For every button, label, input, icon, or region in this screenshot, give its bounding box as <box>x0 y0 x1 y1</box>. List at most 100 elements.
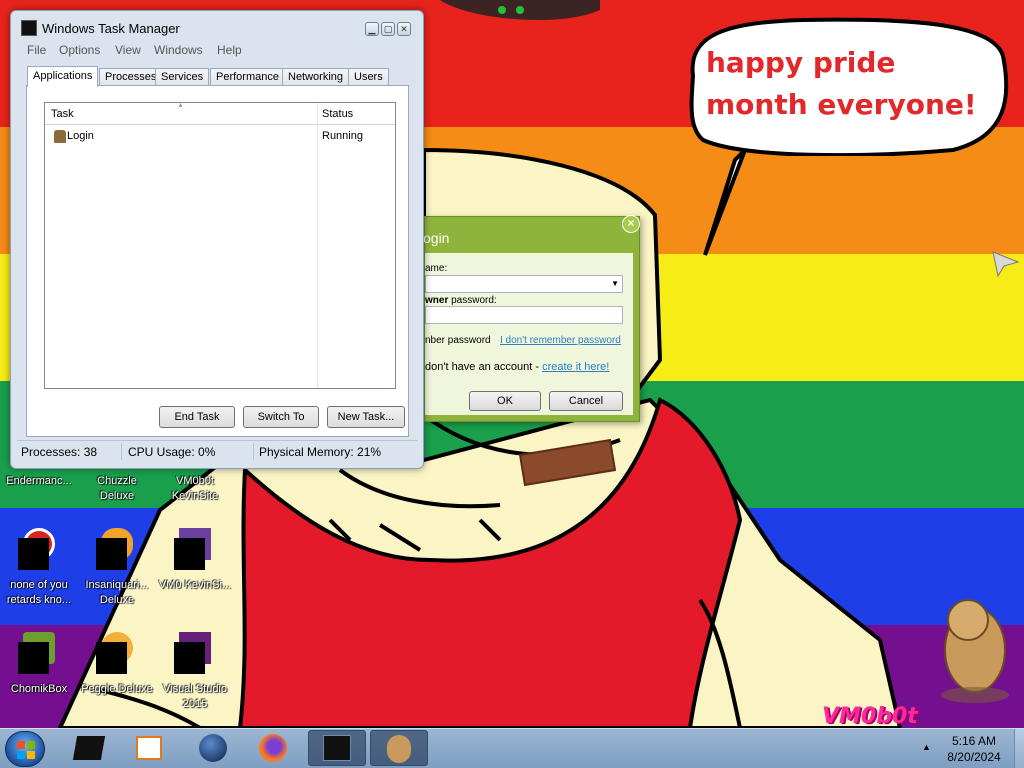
password-label-rest: password: <box>448 295 497 306</box>
sort-indicator-icon: ▲ <box>177 102 184 109</box>
windows-logo-icon <box>17 741 35 759</box>
tab-users[interactable]: Users <box>348 68 389 86</box>
column-header-task[interactable]: Task <box>51 108 74 120</box>
censor-block-icon <box>174 642 205 674</box>
tab-applications[interactable]: Applications <box>27 66 99 87</box>
username-dropdown[interactable]: ▼ <box>425 275 623 293</box>
desktop-icon-label: Visual Studio 2015 <box>162 683 227 710</box>
globe-icon <box>199 734 227 762</box>
desktop-icon-label: Insaniquari... Deluxe <box>85 579 149 606</box>
desktop-icon-peggle[interactable]: Peggle Deluxe <box>80 632 154 712</box>
login-dialog: ogin × ame: ▼ wner password: nber passwo… <box>423 215 640 422</box>
desktop-icon-visual-studio[interactable]: Visual Studio 2015 <box>158 632 232 712</box>
menu-help[interactable]: Help <box>217 43 242 57</box>
login-dialog-title: ogin <box>423 230 450 246</box>
clock-date: 8/20/2024 <box>947 750 1001 764</box>
status-bar: Processes: 38 CPU Usage: 0% Physical Mem… <box>17 440 417 462</box>
firefox-icon <box>259 734 287 762</box>
desktop-icon-chomikbox[interactable]: ChomikBox <box>2 632 76 712</box>
create-account-link[interactable]: create it here! <box>542 361 609 373</box>
menu-options[interactable]: Options <box>59 43 100 57</box>
status-separator <box>253 443 254 460</box>
watermark-text: VM0b0t <box>822 704 918 728</box>
tray-expand-icon[interactable]: ▲ <box>922 742 931 752</box>
taskbar: ▲ 5:16 AM 8/20/2024 <box>0 728 1024 768</box>
black-box-icon <box>72 736 106 760</box>
maximize-button[interactable]: ▢ <box>381 22 395 36</box>
hamster-icon <box>387 735 411 763</box>
menu-file[interactable]: File <box>27 43 46 57</box>
login-app-icon <box>54 130 66 143</box>
no-account-label: don't have an account - <box>425 361 543 373</box>
desktop-icon-label: VM0b0t KevinSite <box>171 475 219 502</box>
window-title: Windows Task Manager <box>42 21 180 36</box>
desktop-icon-label: VM0 KevinSi... <box>158 579 232 591</box>
task-manager-window: Windows Task Manager ▁ ▢ ✕ File Options … <box>10 10 424 469</box>
task-status: Running <box>322 130 363 142</box>
menu-windows[interactable]: Windows <box>154 43 203 57</box>
status-physical-memory: Physical Memory: 21% <box>259 445 382 459</box>
task-name: Login <box>67 130 94 142</box>
desktop-icon-label: Chuzzle Deluxe <box>97 475 137 502</box>
ok-button[interactable]: OK <box>469 391 541 411</box>
applications-panel: ▲ Task Status Login Running End Task Swi… <box>26 85 409 437</box>
desktop-icon-label: Endermanc... <box>6 475 72 487</box>
status-separator <box>121 443 122 460</box>
password-label-bold: wner <box>425 295 449 306</box>
status-processes: Processes: 38 <box>21 445 98 459</box>
censor-block-icon <box>174 538 205 570</box>
username-label: ame: <box>425 263 448 274</box>
end-task-button[interactable]: End Task <box>159 406 235 428</box>
table-row[interactable]: Login Running <box>49 129 393 145</box>
status-cpu-usage: CPU Usage: 0% <box>128 445 216 459</box>
show-desktop-button[interactable] <box>1014 729 1024 768</box>
desktop-icon-vm0-kevinsite[interactable]: VM0 KevinSi... <box>158 528 232 608</box>
desktop-icon-label: Peggle Deluxe <box>81 683 153 695</box>
task-manager-icon <box>323 735 351 761</box>
task-list[interactable]: ▲ Task Status Login Running <box>44 102 396 389</box>
start-button[interactable] <box>5 731 45 767</box>
taskbar-media-player[interactable] <box>120 730 178 766</box>
tab-processes[interactable]: Processes <box>99 68 163 86</box>
password-field[interactable] <box>425 306 623 324</box>
task-manager-titlebar[interactable]: Windows Task Manager ▁ ▢ ✕ <box>11 11 423 41</box>
menu-view[interactable]: View <box>115 43 141 57</box>
speech-bubble-text: happy pride month everyone! <box>706 46 977 121</box>
censor-block-icon <box>96 538 127 570</box>
clock-time: 5:16 AM <box>951 734 997 748</box>
taskbar-task-manager[interactable] <box>308 730 366 766</box>
column-header-status[interactable]: Status <box>322 108 353 120</box>
task-list-header: ▲ Task Status <box>45 102 395 125</box>
cancel-button[interactable]: Cancel <box>549 391 623 411</box>
system-clock[interactable]: 5:16 AM 8/20/2024 <box>938 733 1010 765</box>
chevron-down-icon[interactable]: ▼ <box>611 279 619 288</box>
desktop-icon-label: none of you retards kno... <box>6 579 72 606</box>
login-dialog-body: ame: ▼ wner password: nber password I do… <box>425 253 633 415</box>
media-player-icon <box>136 736 162 760</box>
minimize-button[interactable]: ▁ <box>365 22 379 36</box>
desktop-icon-none-of-you[interactable]: none of you retards kno... <box>2 528 76 608</box>
desktop-icon-insaniquarium[interactable]: Insaniquari... Deluxe <box>80 528 154 608</box>
column-divider-line <box>317 103 318 388</box>
tab-networking[interactable]: Networking <box>282 68 350 86</box>
no-account-text: don't have an account - create it here! <box>425 361 609 373</box>
close-button[interactable]: ✕ <box>397 22 411 36</box>
censor-block-icon <box>96 642 127 674</box>
tab-performance[interactable]: Performance <box>210 68 285 86</box>
desktop-icon-label: ChomikBox <box>10 683 68 695</box>
taskbar-firefox[interactable] <box>244 730 302 766</box>
task-manager-app-icon <box>21 20 37 36</box>
censor-block-icon <box>18 642 49 674</box>
remember-password-checkbox[interactable]: nber password <box>425 335 491 346</box>
forgot-password-link[interactable]: I don't remember password <box>500 335 621 346</box>
taskbar-browser-globe[interactable] <box>184 730 242 766</box>
censor-block-icon <box>18 538 49 570</box>
new-task-button[interactable]: New Task... <box>327 406 405 428</box>
tab-strip: Applications Processes Services Performa… <box>26 66 406 87</box>
taskbar-hamster-app[interactable] <box>370 730 428 766</box>
tab-services[interactable]: Services <box>155 68 210 86</box>
switch-to-button[interactable]: Switch To <box>243 406 319 428</box>
login-close-button[interactable]: × <box>622 215 640 233</box>
menu-bar: File Options View Windows Help <box>17 41 417 59</box>
taskbar-black-box-app[interactable] <box>60 730 118 766</box>
